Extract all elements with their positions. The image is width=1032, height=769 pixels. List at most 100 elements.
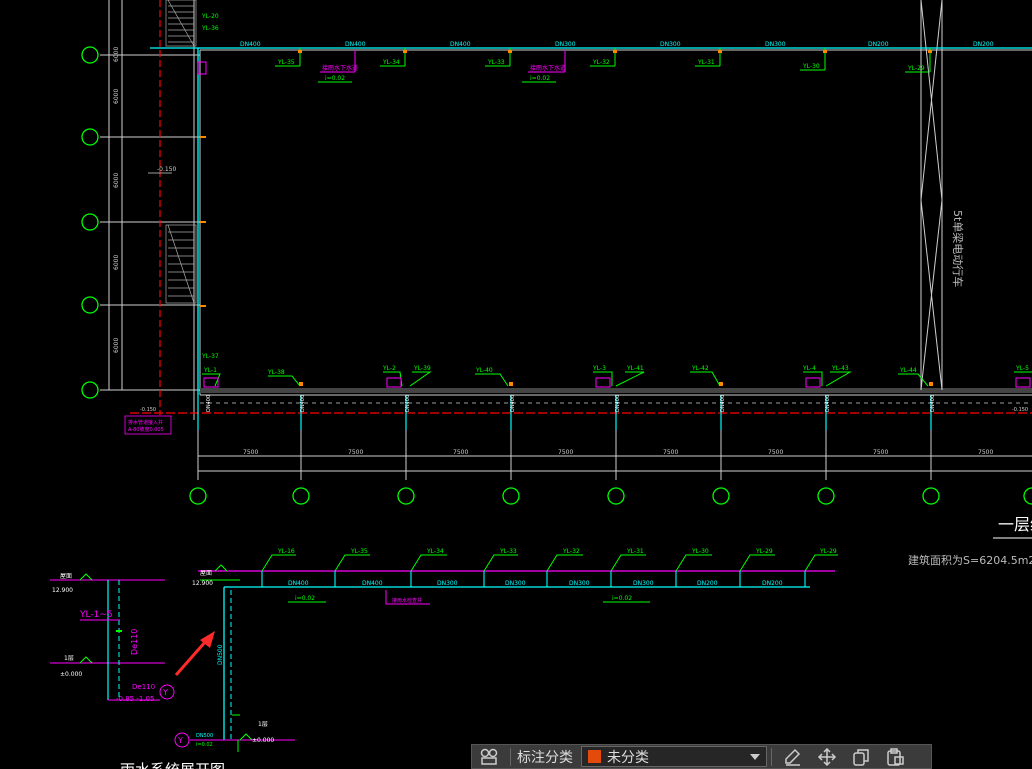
left-dim-label: 6000 xyxy=(113,89,120,104)
dn-label: DN400 xyxy=(510,395,516,412)
pipe-label: YL-16 xyxy=(277,548,295,555)
pipe-label: YL-40 xyxy=(475,367,493,374)
system-title: 雨水系统展开图 xyxy=(120,761,225,769)
pipe-label: YL-41 xyxy=(626,365,644,372)
copy-button[interactable] xyxy=(844,745,878,769)
copy-icon xyxy=(853,748,869,766)
dn-label: DN400 xyxy=(362,580,383,587)
ground-label: 1层 xyxy=(64,655,74,662)
dn-label: DN200 xyxy=(762,580,783,587)
y-marker-text: Y xyxy=(162,688,168,697)
cad-canvas[interactable]: 6000 6000 6000 6000 6000 5t单梁电动行车 DN400 … xyxy=(0,0,1032,769)
elevation-label: -0.85 -1.05 xyxy=(116,695,154,703)
left-dim-label: 6000 xyxy=(113,255,120,270)
pipe-label: YL-29 xyxy=(907,65,925,72)
dn-label: DN400 xyxy=(206,395,212,412)
annotation-toolbar: 标注分类 未分类 xyxy=(471,744,932,769)
dim-label: 7500 xyxy=(663,449,678,456)
pipe-label: YL-32 xyxy=(562,548,580,555)
dn-label: DN300 xyxy=(633,580,654,587)
pipe-label: YL-43 xyxy=(831,365,849,372)
pipe-label: YL-44 xyxy=(899,367,917,374)
dn-label: DN300 xyxy=(505,580,526,587)
pipe-label: YL-36 xyxy=(201,25,219,32)
pipe-label: YL-5 xyxy=(1015,365,1029,372)
dn-label: DN300 xyxy=(555,41,576,48)
dim-label: 7500 xyxy=(978,449,993,456)
pipe-label: YL-30 xyxy=(691,548,709,555)
edit-button[interactable] xyxy=(776,745,810,769)
clipboard-icon xyxy=(887,747,904,766)
category-color-swatch xyxy=(588,750,601,763)
dn-label: DN400 xyxy=(615,395,621,412)
paste-button[interactable] xyxy=(878,745,912,769)
dn-label: DN200 xyxy=(868,41,889,48)
pipe-label: YL-31 xyxy=(697,59,715,66)
de110-label: De110 xyxy=(130,629,139,655)
dim-label: 7500 xyxy=(873,449,888,456)
dn-label: DN300 xyxy=(765,41,786,48)
category-label: 标注分类 xyxy=(517,749,573,766)
pipe-label: YL-34 xyxy=(426,548,444,555)
note-text: 排水管道接入井 xyxy=(128,419,163,426)
pipe-label: YL-33 xyxy=(499,548,517,555)
dim-label: 7500 xyxy=(558,449,573,456)
slope-text: i=0.02 xyxy=(295,595,315,602)
level-label: -0.150 xyxy=(140,407,156,413)
elevation-label: 12.900 xyxy=(52,587,73,594)
category-value: 未分类 xyxy=(607,749,649,766)
crane-note: 5t单梁电动行车 xyxy=(951,210,965,287)
dn-label: DN400 xyxy=(345,41,366,48)
dn-label: DN400 xyxy=(720,395,726,412)
pipe-label: YL-39 xyxy=(413,365,431,372)
category-dropdown[interactable]: 未分类 xyxy=(581,746,767,767)
dn-label: DN300 xyxy=(569,580,590,587)
note-text: A-80坡度0.005 xyxy=(128,426,164,433)
pipe-label: YL-32 xyxy=(592,59,610,66)
move-button[interactable] xyxy=(810,745,844,769)
move-icon xyxy=(817,747,837,766)
dn-label: DN400 xyxy=(300,395,306,412)
elevation-label: ±0.000 xyxy=(60,671,82,678)
riser-label: YL-1~5 xyxy=(79,610,113,620)
slope-text: i=0.02 xyxy=(325,75,345,82)
slope-text: i=0.02 xyxy=(530,75,550,82)
pipe-label: YL-35 xyxy=(350,548,368,555)
pipe-label: YL-2 xyxy=(382,365,396,372)
note-text: 接雨水下水道 xyxy=(322,64,358,72)
note-text: 接雨水检查井 xyxy=(392,597,422,604)
sys-elevation: ±0.000 xyxy=(252,737,274,744)
left-dim-label: 6000 xyxy=(113,47,120,62)
dim-label: 7500 xyxy=(348,449,363,456)
pipe-label: YL-31 xyxy=(626,548,644,555)
note-text: 接雨水下水道 xyxy=(530,64,566,72)
pipe-label: YL-37 xyxy=(201,353,219,360)
y-marker-text: Y xyxy=(177,736,183,745)
dn-label: DN300 xyxy=(437,580,458,587)
dn-label: DN400 xyxy=(825,395,831,412)
annotation-icon xyxy=(480,748,498,765)
left-dim-label: 6000 xyxy=(113,173,120,188)
pipe-label: YL-34 xyxy=(382,59,400,66)
toolbar-separator xyxy=(510,747,511,766)
pipe-label: YL-1 xyxy=(203,367,217,374)
annotation-icon-button[interactable] xyxy=(472,745,506,769)
pipe-label: YL-20 xyxy=(201,13,219,20)
pipe-label: YL-33 xyxy=(487,59,505,66)
sys-roof-label: 屋面 xyxy=(200,570,212,577)
left-dim-label: 6000 xyxy=(113,338,120,353)
dn-label: DN200 xyxy=(697,580,718,587)
dim-label: 7500 xyxy=(453,449,468,456)
dn-label: DN400 xyxy=(240,41,261,48)
pipe-label: YL-42 xyxy=(691,365,709,372)
wall-band xyxy=(200,388,1032,393)
sys-riser-dn: DN500 xyxy=(217,644,224,665)
dn-label: DN400 xyxy=(930,395,936,412)
pipe-label: YL-3 xyxy=(592,365,606,372)
slope-text: i=0.02 xyxy=(612,595,632,602)
dim-label: 7500 xyxy=(243,449,258,456)
dn-label: DN400 xyxy=(450,41,471,48)
dn-label: DN400 xyxy=(405,395,411,412)
floor-title: 一层给 xyxy=(998,515,1032,534)
de110-label: De110 xyxy=(132,683,155,691)
